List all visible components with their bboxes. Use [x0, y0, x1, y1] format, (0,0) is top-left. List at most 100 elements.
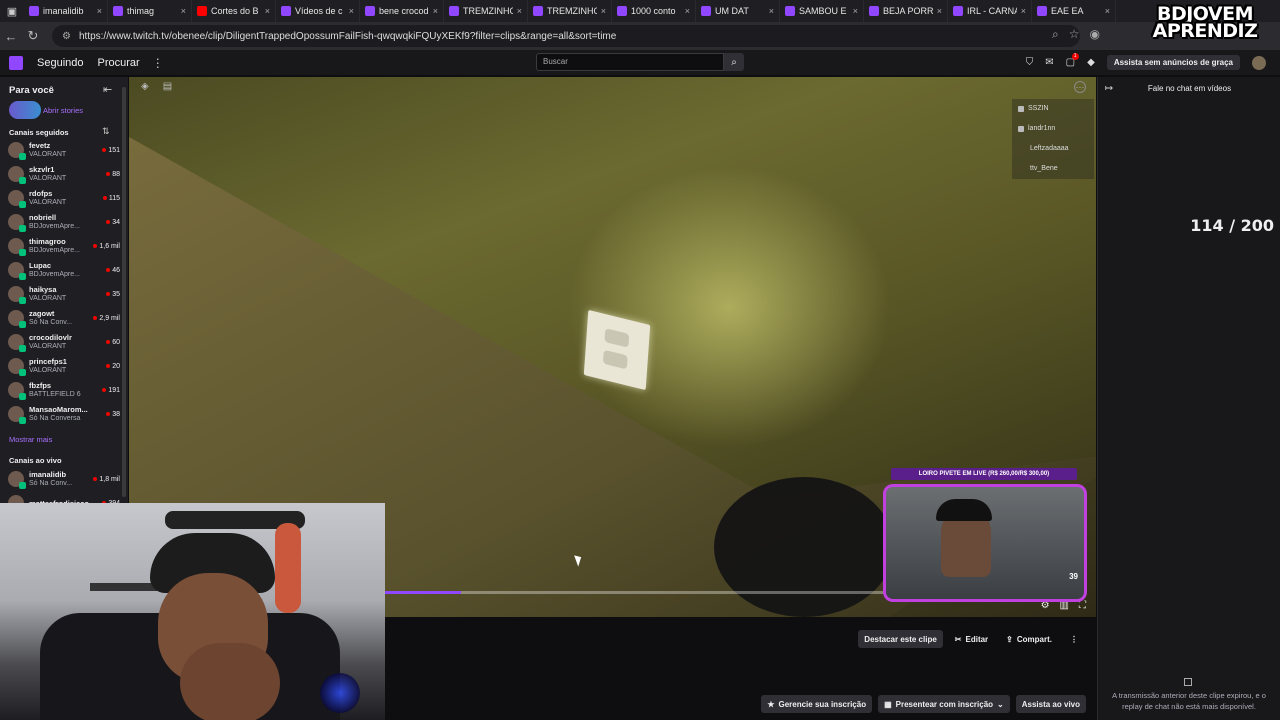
live-dot-icon [106, 220, 111, 224]
channel-avatar [8, 358, 26, 376]
live-dot-icon [106, 292, 111, 296]
channel-avatar [8, 334, 26, 352]
browser-tab[interactable]: imanalidib × [24, 0, 108, 22]
sidebar-channel-princefps1[interactable]: princefps1 VALORANT 20 [8, 355, 120, 377]
close-tab-icon[interactable]: × [433, 6, 438, 16]
channel-info: thimagroo BDJovemApre... [29, 237, 93, 255]
close-tab-icon[interactable]: × [937, 6, 942, 16]
verified-badge-icon [19, 153, 26, 160]
viewer-count-text: 88 [112, 170, 120, 178]
bits-icon[interactable]: ◆ [1087, 57, 1095, 68]
close-tab-icon[interactable]: × [517, 6, 522, 16]
sidebar-channel-fevetz[interactable]: fevetz VALORANT 151 [8, 139, 120, 161]
zoom-icon[interactable]: ⌕ [1052, 27, 1059, 42]
nav-browse[interactable]: Procurar [98, 57, 140, 69]
show-more-link[interactable]: Mostrar mais [9, 435, 52, 444]
chat-overlay-icon[interactable]: ▤ [163, 81, 172, 92]
live-dot-icon [102, 388, 107, 392]
close-tab-icon[interactable]: × [769, 6, 774, 16]
watch-live-label: Assista ao vivo [1021, 699, 1080, 709]
sidebar-channel-fbzfps[interactable]: fbzfps BATTLEFIELD 6 191 [8, 379, 120, 401]
tab-title: IRL - CARNA [967, 6, 1017, 16]
cam-frame: 39 [883, 484, 1087, 602]
notifications-button[interactable]: ▢ 1 [1066, 53, 1079, 68]
verified-badge-icon [19, 393, 26, 400]
sidebar-channel-thimagroo[interactable]: thimagroo BDJovemApre... 1,6 mil [8, 235, 120, 257]
collapse-chat-icon[interactable]: ↦ [1098, 83, 1120, 94]
sidebar-channel-nobriell[interactable]: nobriell BDJovemApre... 34 [8, 211, 120, 233]
channel-info: MansaoMarom... Só Na Conversa [29, 405, 106, 423]
sidebar-channel-crocodilovlr[interactable]: crocodilovlr VALORANT 60 [8, 331, 120, 353]
share-button[interactable]: ⇪ Compart. [1000, 630, 1058, 648]
live-dot-icon [93, 244, 98, 248]
tab-actions-icon[interactable]: ▣ [0, 0, 24, 22]
sidebar-channel-mansaomarom[interactable]: MansaoMarom... Só Na Conversa 38 [8, 403, 120, 425]
close-tab-icon[interactable]: × [181, 6, 186, 16]
address-bar[interactable]: ⚙ https://www.twitch.tv/obenee/clip/Dili… [52, 25, 1080, 47]
browser-tab[interactable]: IRL - CARNA × [948, 0, 1032, 22]
reload-icon[interactable]: ↻ [22, 25, 44, 47]
more-video-options-icon[interactable]: ⋯ [1074, 81, 1086, 93]
edit-button[interactable]: ✂ Editar [949, 630, 994, 648]
sidebar-channel-skzvlr1[interactable]: skzvlr1 VALORANT 88 [8, 163, 120, 185]
sidebar-channel-haikysa[interactable]: haikysa VALORANT 35 [8, 283, 120, 305]
channel-avatar [8, 382, 26, 400]
sidebar-channel-lupac[interactable]: Lupac BDJovemApre... 46 [8, 259, 120, 281]
twitch-logo-icon[interactable] [9, 55, 23, 70]
close-tab-icon[interactable]: × [349, 6, 354, 16]
highlight-clip-button[interactable]: Destacar este clipe [858, 630, 943, 648]
close-tab-icon[interactable]: × [1021, 6, 1026, 16]
browser-tab[interactable]: TREMZINHO × [528, 0, 612, 22]
browser-tab[interactable]: bene crocod × [360, 0, 444, 22]
sidebar-channel-imanalidib[interactable]: imanalidib Só Na Conv... 1,8 mil [8, 468, 120, 490]
for-you-heading: Para você [9, 85, 54, 96]
sort-icon[interactable]: ⇅ [102, 126, 110, 137]
close-tab-icon[interactable]: × [853, 6, 858, 16]
sidebar-channel-zagowt[interactable]: zagowt Só Na Conv... 2,9 mil [8, 307, 120, 329]
verified-badge-icon [19, 321, 26, 328]
clip-more-icon[interactable]: ⋮ [1064, 630, 1084, 648]
site-info-icon[interactable]: ⚙ [62, 31, 71, 42]
ad-free-button[interactable]: Assista sem anúncios de graça [1106, 55, 1240, 70]
stories-avatars[interactable] [9, 101, 41, 119]
close-tab-icon[interactable]: × [601, 6, 606, 16]
gift-subscription-button[interactable]: ▦ Presentear com inscrição ⌄ [878, 695, 1010, 713]
browser-tab[interactable]: Cortes do B × [192, 0, 276, 22]
extension-icon[interactable]: ◉ [1090, 27, 1100, 42]
browser-tab[interactable]: EAE EA × [1032, 0, 1116, 22]
browser-tab[interactable]: Vídeos de c × [276, 0, 360, 22]
search-button[interactable]: ⌕ [724, 53, 744, 71]
viewer-count-text: 115 [108, 194, 120, 202]
collapse-sidebar-icon[interactable]: ⇤ [103, 83, 112, 96]
browser-tab[interactable]: thimag × [108, 0, 192, 22]
browser-tab[interactable]: TREMZINHO × [444, 0, 528, 22]
channel-watermark-logo: BDJOVEM APRENDIZ [1134, 5, 1276, 41]
manage-subscription-button[interactable]: ★ Gerencie sua inscrição [761, 695, 873, 713]
nav-following[interactable]: Seguindo [37, 57, 84, 69]
live-channels-heading: Canais ao vivo [9, 456, 62, 465]
close-tab-icon[interactable]: × [1105, 6, 1110, 16]
sidebar-scrollbar[interactable] [122, 87, 126, 497]
browser-tab[interactable]: SAMBOU E × [780, 0, 864, 22]
bookmark-star-icon[interactable]: ☆ [1069, 27, 1080, 42]
browser-tab[interactable]: UM DAT × [696, 0, 780, 22]
channel-info: princefps1 VALORANT [29, 357, 106, 375]
user-avatar[interactable] [1252, 55, 1266, 70]
twitch-favicon-icon [953, 6, 963, 16]
browser-tab[interactable]: 1000 conto × [612, 0, 696, 22]
more-options-icon[interactable]: ⋮ [152, 56, 164, 70]
channel-game: BDJovemApre... [29, 223, 80, 230]
inbox-icon[interactable]: ✉ [1045, 57, 1053, 68]
close-tab-icon[interactable]: × [265, 6, 270, 16]
browser-tab[interactable]: BEJA PORRA × [864, 0, 948, 22]
crown-icon[interactable]: ⛉ [1026, 57, 1034, 68]
player-list-item: ttv_Bene [1012, 159, 1094, 179]
close-tab-icon[interactable]: × [685, 6, 690, 16]
close-tab-icon[interactable]: × [97, 6, 102, 16]
watch-live-button[interactable]: Assista ao vivo [1015, 695, 1086, 713]
clip-icon[interactable]: ◈ [141, 81, 149, 92]
sidebar-channel-rdofps[interactable]: rdofps VALORANT 115 [8, 187, 120, 209]
search-input[interactable]: Buscar [536, 53, 724, 71]
back-icon[interactable]: ← [0, 25, 22, 47]
open-stories-link[interactable]: Abrir stories [43, 106, 83, 115]
